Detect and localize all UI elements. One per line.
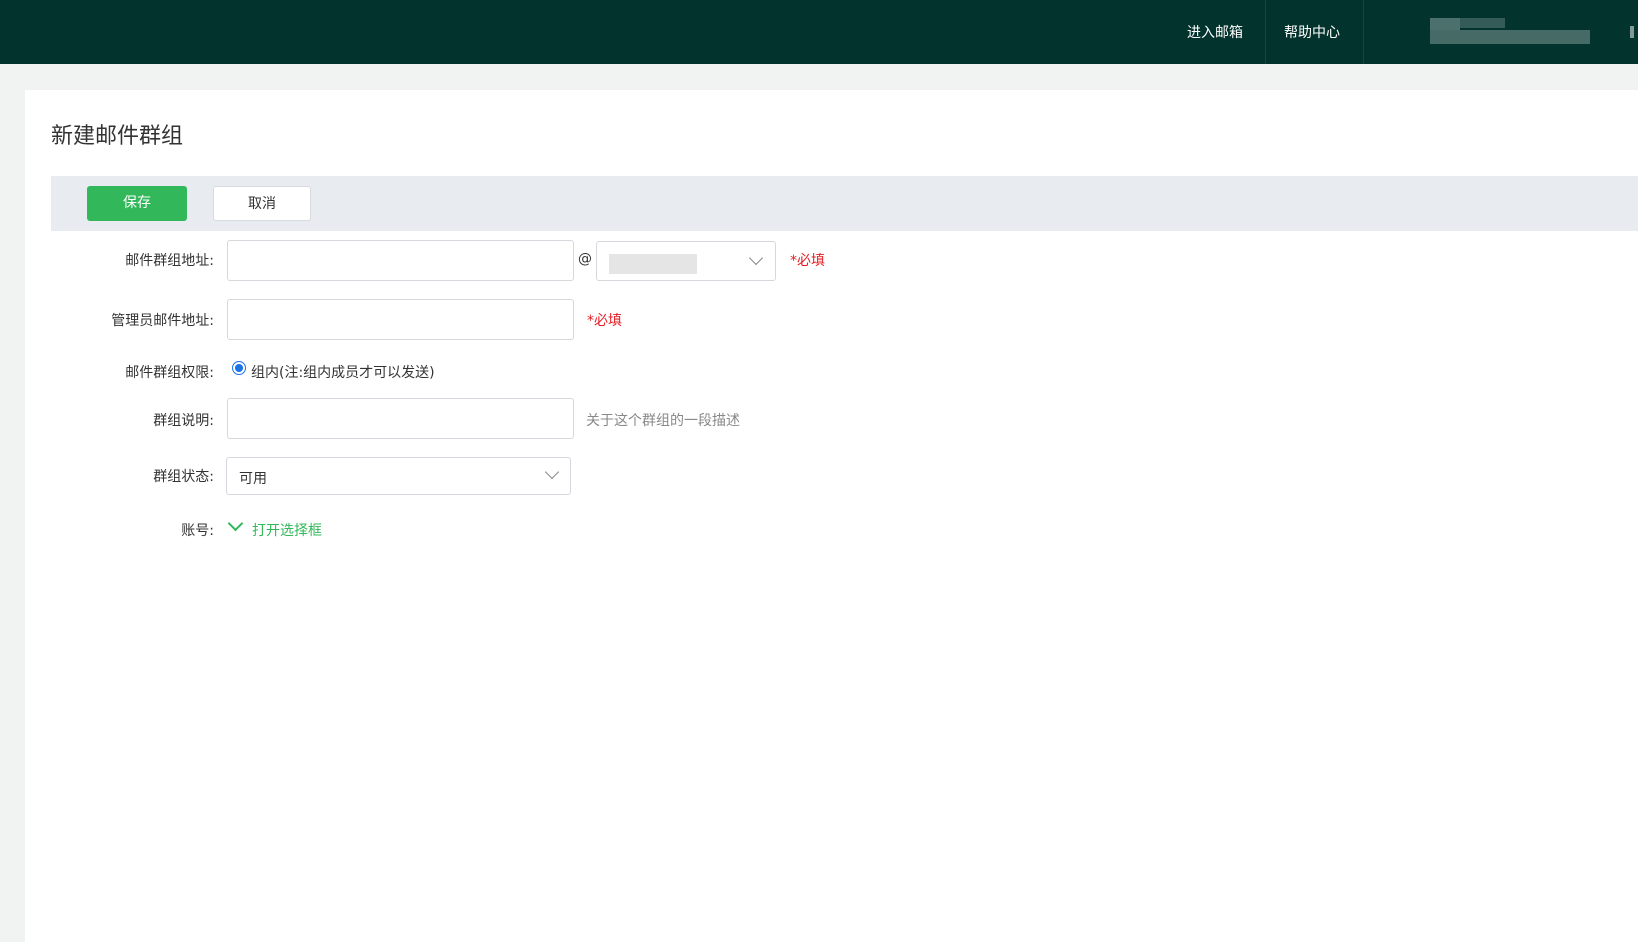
description-hint: 关于这个群组的一段描述 — [586, 413, 740, 429]
required-mark: *必填 — [790, 253, 825, 269]
at-sign: @ — [578, 251, 592, 267]
permission-option-label[interactable]: 组内(注:组内成员才可以发送) — [251, 362, 435, 382]
enter-mailbox-link[interactable]: 进入邮箱 — [1187, 0, 1243, 64]
main-panel: 新建邮件群组 保存 取消 邮件群组地址: @ *必填 管理员邮件地址: *必填 … — [25, 90, 1638, 942]
description-field[interactable] — [227, 398, 574, 439]
domain-value-redacted — [609, 254, 697, 274]
page-title: 新建邮件群组 — [51, 124, 184, 149]
admin-address-field[interactable] — [227, 299, 574, 340]
group-address-input[interactable] — [228, 241, 573, 280]
description-input[interactable] — [228, 399, 573, 438]
divider — [1363, 0, 1364, 64]
menu-edge-icon — [1630, 26, 1634, 38]
status-label: 群组状态: — [153, 469, 214, 485]
chevron-down-icon[interactable] — [227, 515, 244, 532]
divider — [1265, 0, 1266, 64]
domain-select[interactable] — [596, 241, 776, 281]
open-selector-link[interactable]: 打开选择框 — [252, 520, 322, 540]
save-button[interactable]: 保存 — [87, 186, 187, 221]
cancel-button[interactable]: 取消 — [213, 186, 311, 221]
chevron-down-icon — [544, 464, 560, 480]
status-select[interactable]: 可用 — [226, 457, 571, 495]
required-mark: *必填 — [587, 313, 622, 329]
user-account-redacted[interactable] — [1430, 18, 1590, 48]
status-value: 可用 — [239, 471, 267, 487]
account-label: 账号: — [181, 523, 214, 539]
help-center-link[interactable]: 帮助中心 — [1284, 0, 1340, 64]
top-navigation-bar: 进入邮箱 帮助中心 — [0, 0, 1638, 64]
admin-address-input[interactable] — [228, 300, 573, 339]
action-toolbar: 保存 取消 — [51, 176, 1638, 231]
group-address-label: 邮件群组地址: — [125, 253, 214, 269]
permission-radio[interactable] — [232, 361, 246, 375]
group-address-field[interactable] — [227, 240, 574, 281]
admin-address-label: 管理员邮件地址: — [111, 313, 214, 329]
chevron-down-icon — [748, 250, 764, 266]
description-label: 群组说明: — [153, 413, 214, 429]
permission-label: 邮件群组权限: — [125, 365, 214, 381]
